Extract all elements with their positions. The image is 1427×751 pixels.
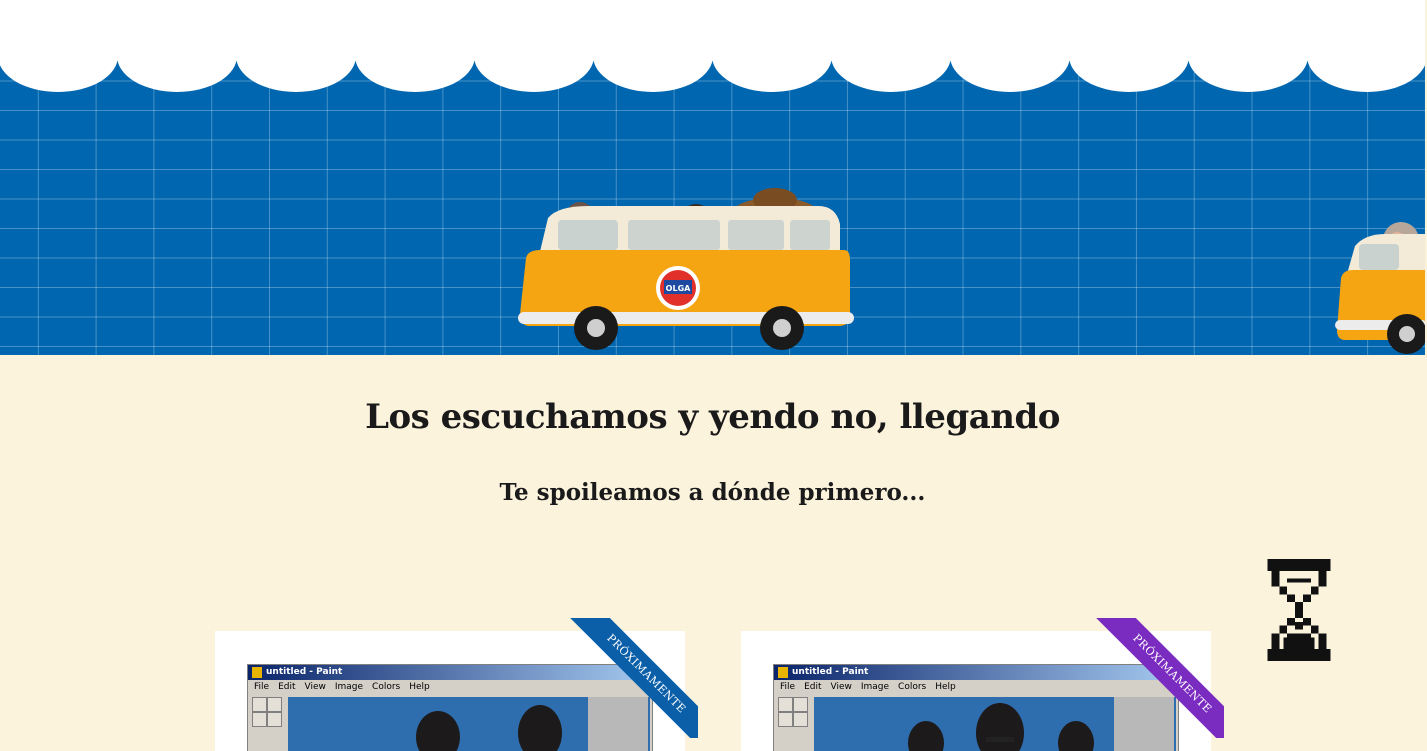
menu-help[interactable]: Help	[935, 682, 956, 692]
menu-edit[interactable]: Edit	[278, 682, 295, 692]
rect-select-tool-icon[interactable]	[793, 697, 808, 712]
menu-edit[interactable]: Edit	[804, 682, 821, 692]
ribbon-label: PRÓXIMAMENTE	[1091, 618, 1224, 738]
rect-select-tool-icon[interactable]	[267, 697, 282, 712]
menu-file[interactable]: File	[254, 682, 269, 692]
menu-image[interactable]: Image	[861, 682, 889, 692]
hero-banner: OLGA	[0, 0, 1425, 355]
van-illustration: OLGA	[518, 188, 854, 350]
ribbon-label: PRÓXIMAMENTE	[565, 618, 698, 738]
menu-view[interactable]: View	[305, 682, 326, 692]
paint-toolbox	[252, 697, 282, 751]
fill-tool-icon[interactable]	[267, 712, 282, 727]
select-tool-icon[interactable]	[252, 697, 267, 712]
scallop-border	[0, 0, 1425, 92]
eraser-tool-icon[interactable]	[252, 712, 267, 727]
paint-app-icon	[252, 667, 262, 678]
eraser-tool-icon[interactable]	[778, 712, 793, 727]
page-title: Los escuchamos y yendo no, llegando	[365, 397, 1060, 437]
menu-colors[interactable]: Colors	[898, 682, 926, 692]
coming-soon-ribbon-1: PRÓXIMAMENTE	[558, 618, 698, 738]
paint-app-icon	[778, 667, 788, 678]
paint-window-title: untitled - Paint	[792, 667, 869, 677]
menu-view[interactable]: View	[831, 682, 852, 692]
paint-toolbox	[778, 697, 808, 751]
van-logo: OLGA	[666, 284, 691, 293]
coming-soon-ribbon-2: PRÓXIMAMENTE	[1084, 618, 1224, 738]
select-tool-icon[interactable]	[778, 697, 793, 712]
menu-colors[interactable]: Colors	[372, 682, 400, 692]
page-subtitle: Te spoileamos a dónde primero...	[499, 479, 926, 506]
menu-file[interactable]: File	[780, 682, 795, 692]
menu-image[interactable]: Image	[335, 682, 363, 692]
van-illustration-partial	[1335, 222, 1425, 354]
paint-window-title: untitled - Paint	[266, 667, 343, 677]
hourglass-icon	[1267, 559, 1331, 661]
fill-tool-icon[interactable]	[793, 712, 808, 727]
menu-help[interactable]: Help	[409, 682, 430, 692]
